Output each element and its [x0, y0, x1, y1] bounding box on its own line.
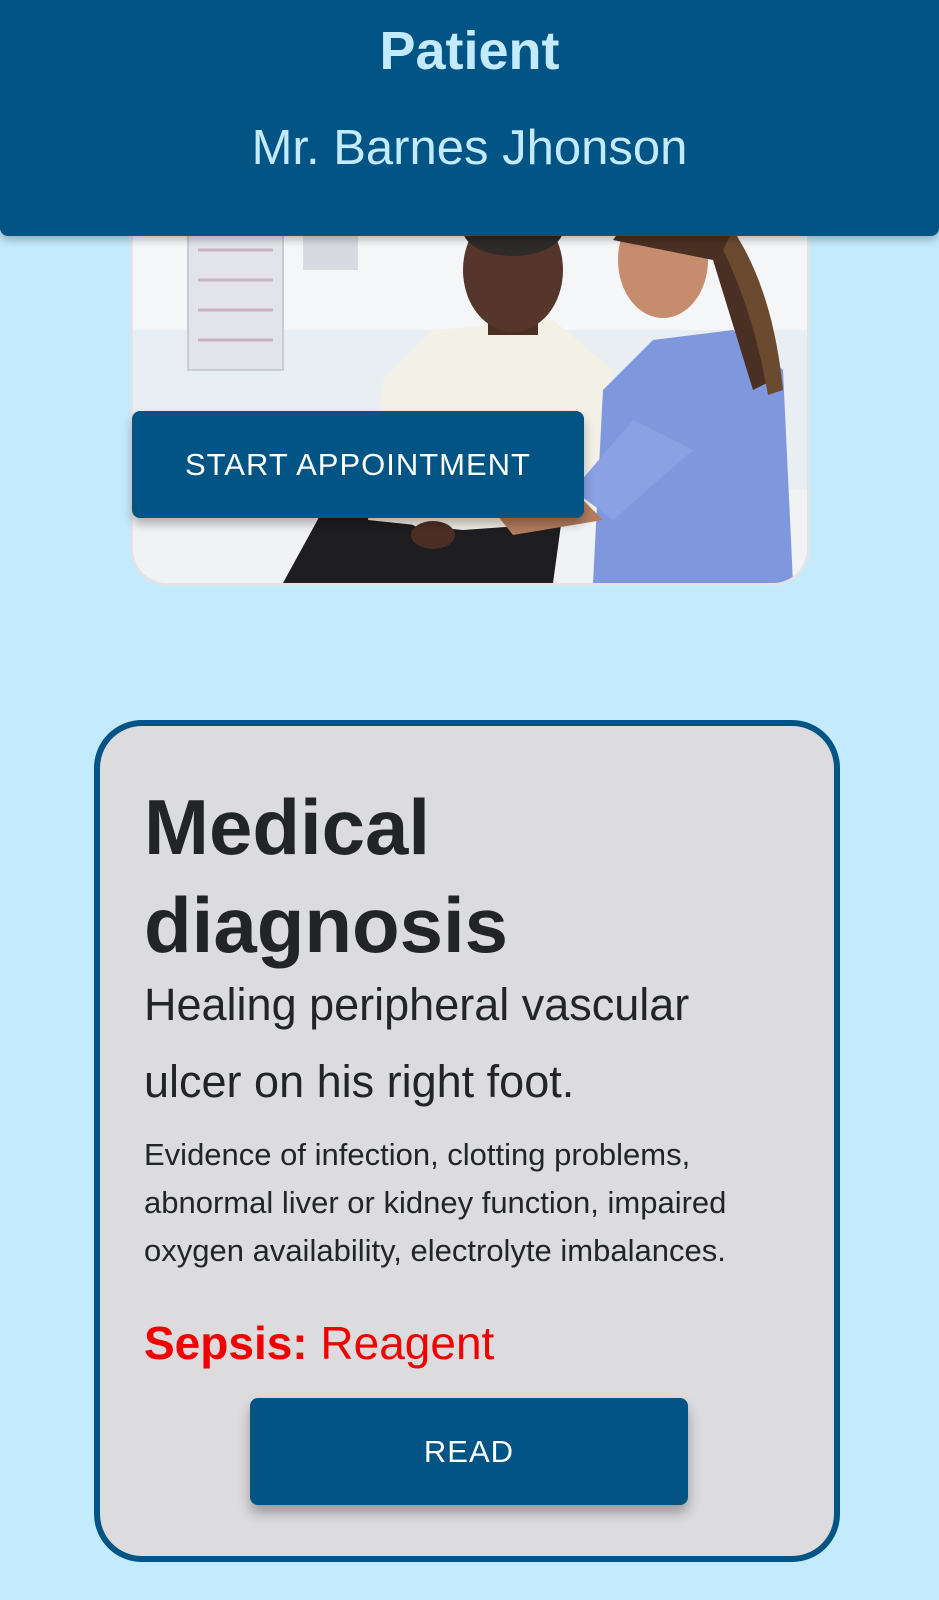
start-appointment-button[interactable]: START APPOINTMENT [132, 411, 584, 518]
patient-name: Mr. Barnes Jhonson [251, 121, 688, 175]
sepsis-status: Sepsis: Reagent [144, 1316, 494, 1370]
diagnosis-main-text: Healing peripheral vascular ulcer on his… [144, 979, 690, 1107]
diagnosis-title: Medical diagnosis [144, 783, 509, 969]
patient-header: Patient Mr. Barnes Jhonson [0, 0, 939, 236]
appointment-photo-card [133, 190, 807, 583]
header-title: Patient [379, 21, 560, 81]
read-button[interactable]: READ [250, 1398, 688, 1505]
sepsis-value: Reagent [320, 1317, 495, 1369]
medical-diagnosis-card: Medical diagnosis Healing peripheral vas… [94, 720, 840, 1562]
patient-with-nurse-photo [133, 190, 807, 583]
sepsis-label: Sepsis: [144, 1317, 308, 1369]
diagnosis-detail-text: Evidence of infection, clotting problems… [144, 1137, 727, 1268]
